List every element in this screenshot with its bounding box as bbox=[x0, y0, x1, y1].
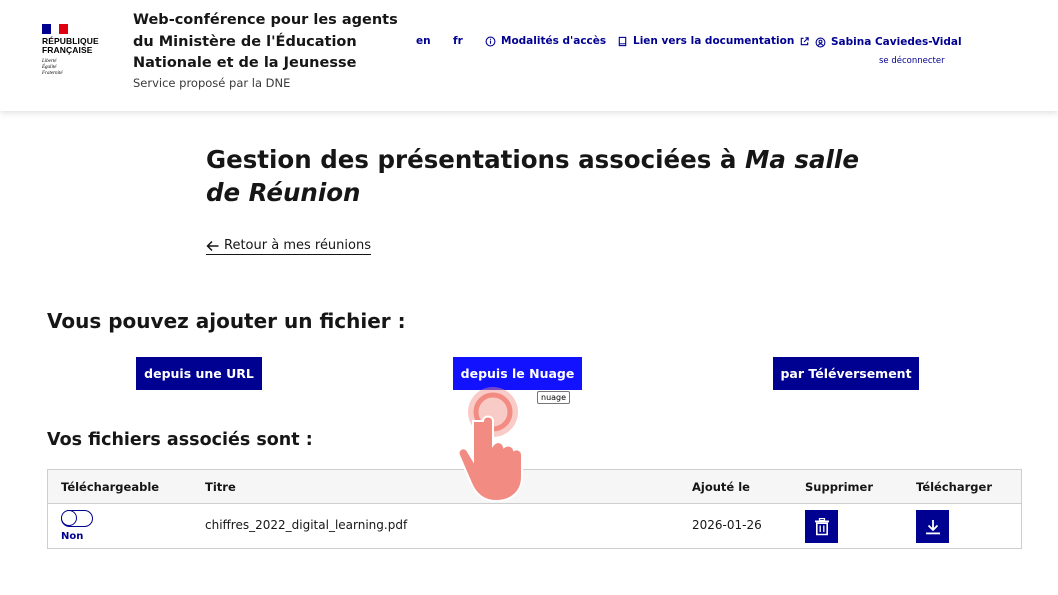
column-header-added: Ajouté le bbox=[692, 480, 750, 494]
arrow-left-icon bbox=[206, 240, 219, 251]
user-account-link[interactable]: Sabina Caviedes-Vidal bbox=[815, 36, 962, 48]
upload-button[interactable]: par Téléversement bbox=[773, 357, 919, 390]
back-to-meetings-link[interactable]: Retour à mes réunions bbox=[206, 238, 371, 255]
delete-file-button[interactable] bbox=[805, 510, 838, 543]
site-header: RÉPUBLIQUE FRANÇAISE Liberté Égalité Fra… bbox=[0, 0, 1058, 111]
page-title: Gestion des présentations associées à Ma… bbox=[206, 145, 859, 207]
access-link[interactable]: Modalités d'accès bbox=[485, 35, 606, 47]
service-title[interactable]: Web-conférence pour les agents du Minist… bbox=[133, 10, 403, 75]
trash-icon bbox=[814, 517, 829, 535]
tap-cursor-icon bbox=[457, 387, 523, 503]
add-from-url-button[interactable]: depuis une URL bbox=[136, 357, 262, 390]
lang-en-link[interactable]: en bbox=[416, 35, 431, 47]
logo-motto: Liberté Égalité Fraternité bbox=[42, 59, 63, 76]
info-icon bbox=[485, 36, 496, 46]
external-link-icon bbox=[801, 36, 810, 45]
downloadable-label: Non bbox=[61, 531, 84, 542]
column-header-title: Titre bbox=[205, 480, 236, 494]
book-icon bbox=[618, 36, 627, 46]
column-header-downloadable: Téléchargeable bbox=[61, 480, 160, 494]
documentation-link[interactable]: Lien vers la documentation bbox=[617, 35, 810, 47]
file-added-date: 2026-01-26 bbox=[692, 518, 762, 532]
service-subtitle: Service proposé par la DNE bbox=[133, 76, 291, 90]
lang-fr-link[interactable]: fr bbox=[453, 35, 463, 47]
download-icon bbox=[925, 519, 940, 534]
flag-icon bbox=[42, 24, 69, 34]
download-file-button[interactable] bbox=[916, 510, 949, 543]
column-header-delete: Supprimer bbox=[805, 480, 874, 494]
associated-files-heading: Vos fichiers associés sont : bbox=[47, 430, 313, 450]
logo-line-2: FRANÇAISE bbox=[42, 45, 93, 55]
downloadable-toggle[interactable] bbox=[61, 510, 93, 527]
user-icon bbox=[815, 37, 826, 47]
tooltip: nuage bbox=[537, 391, 571, 404]
column-header-download: Télécharger bbox=[916, 480, 992, 494]
republique-francaise-logo[interactable]: RÉPUBLIQUE FRANÇAISE Liberté Égalité Fra… bbox=[42, 24, 122, 77]
logout-link[interactable]: se déconnecter bbox=[879, 56, 945, 66]
file-title: chiffres_2022_digital_learning.pdf bbox=[205, 518, 408, 532]
add-file-heading: Vous pouvez ajouter un fichier : bbox=[47, 309, 406, 333]
